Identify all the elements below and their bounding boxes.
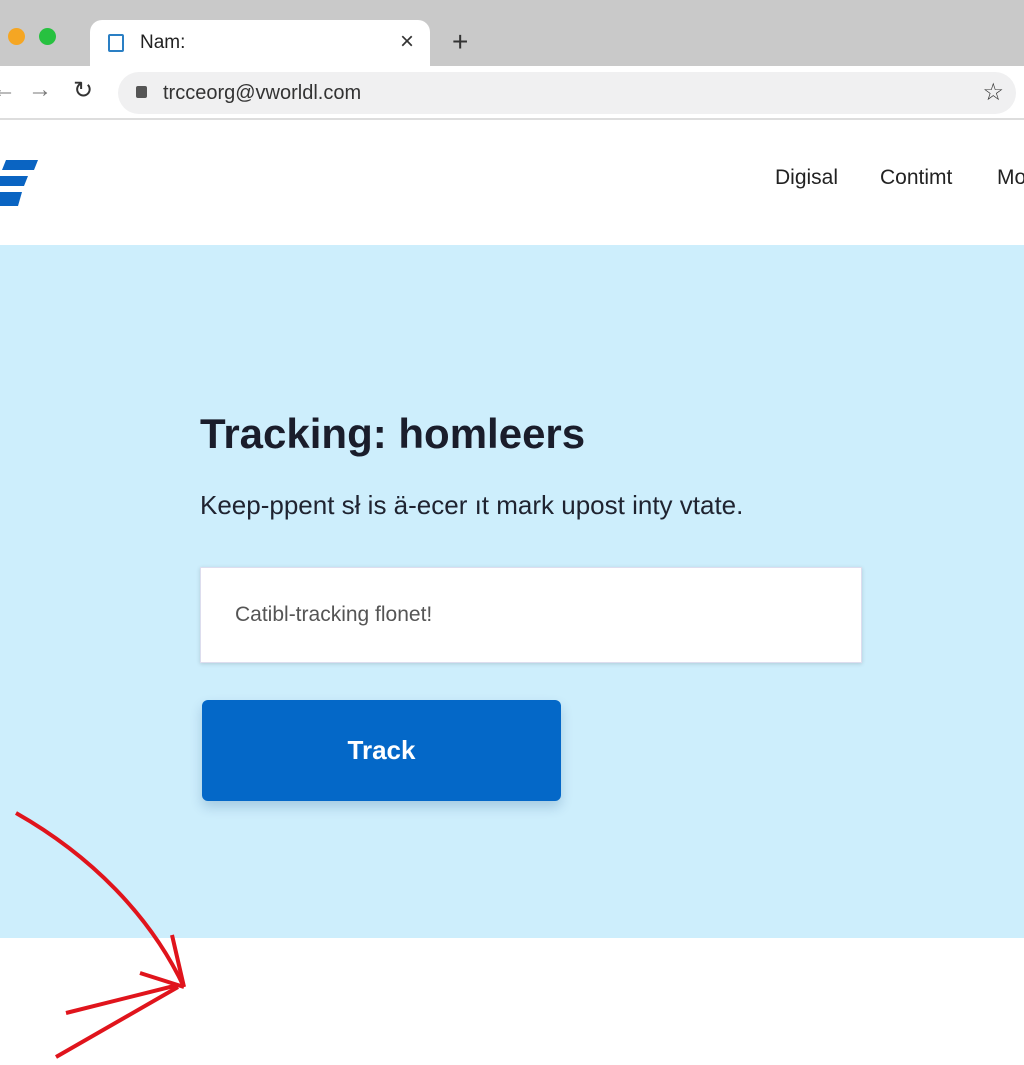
annotation-arrow-icon: [15, 811, 186, 1059]
reload-icon[interactable]: ↻: [73, 76, 93, 105]
nav-link-more[interactable]: Mo: [997, 166, 1024, 190]
browser-tab[interactable]: Nam: ×: [90, 20, 430, 68]
address-bar[interactable]: trcceorg@vworldl.com ☆: [118, 72, 1016, 114]
site-logo[interactable]: [0, 160, 38, 208]
tab-title: Nam:: [140, 32, 186, 53]
tab-favicon-icon: [108, 34, 124, 52]
back-icon[interactable]: ←: [0, 76, 16, 104]
bookmark-star-icon[interactable]: ☆: [982, 78, 1004, 107]
nav-link-contimt[interactable]: Contimt: [880, 166, 952, 190]
maximize-window-button[interactable]: [39, 28, 56, 45]
lock-icon: [136, 86, 147, 98]
tab-bar: Nam: × +: [0, 0, 1024, 68]
forward-icon[interactable]: →: [28, 76, 52, 104]
browser-toolbar: ← → ↻ trcceorg@vworldl.com ☆: [0, 66, 1024, 120]
close-tab-icon[interactable]: ×: [400, 28, 414, 56]
tracking-input[interactable]: [200, 567, 862, 663]
url-text[interactable]: trcceorg@vworldl.com: [163, 82, 361, 105]
page-subtitle: Keep-ppent sł is ä-ecer ıt mark upost in…: [200, 490, 744, 520]
site-header: Digisal Contimt Mo: [0, 120, 1024, 245]
nav-link-digisal[interactable]: Digisal: [775, 166, 838, 190]
hero-section: Tracking: homleers Keep-ppent sł is ä-ec…: [0, 245, 1024, 1059]
minimize-window-button[interactable]: [8, 28, 25, 45]
track-button[interactable]: Track: [202, 700, 561, 801]
page-title: Tracking: homleers: [200, 410, 586, 457]
new-tab-button[interactable]: +: [452, 26, 468, 58]
